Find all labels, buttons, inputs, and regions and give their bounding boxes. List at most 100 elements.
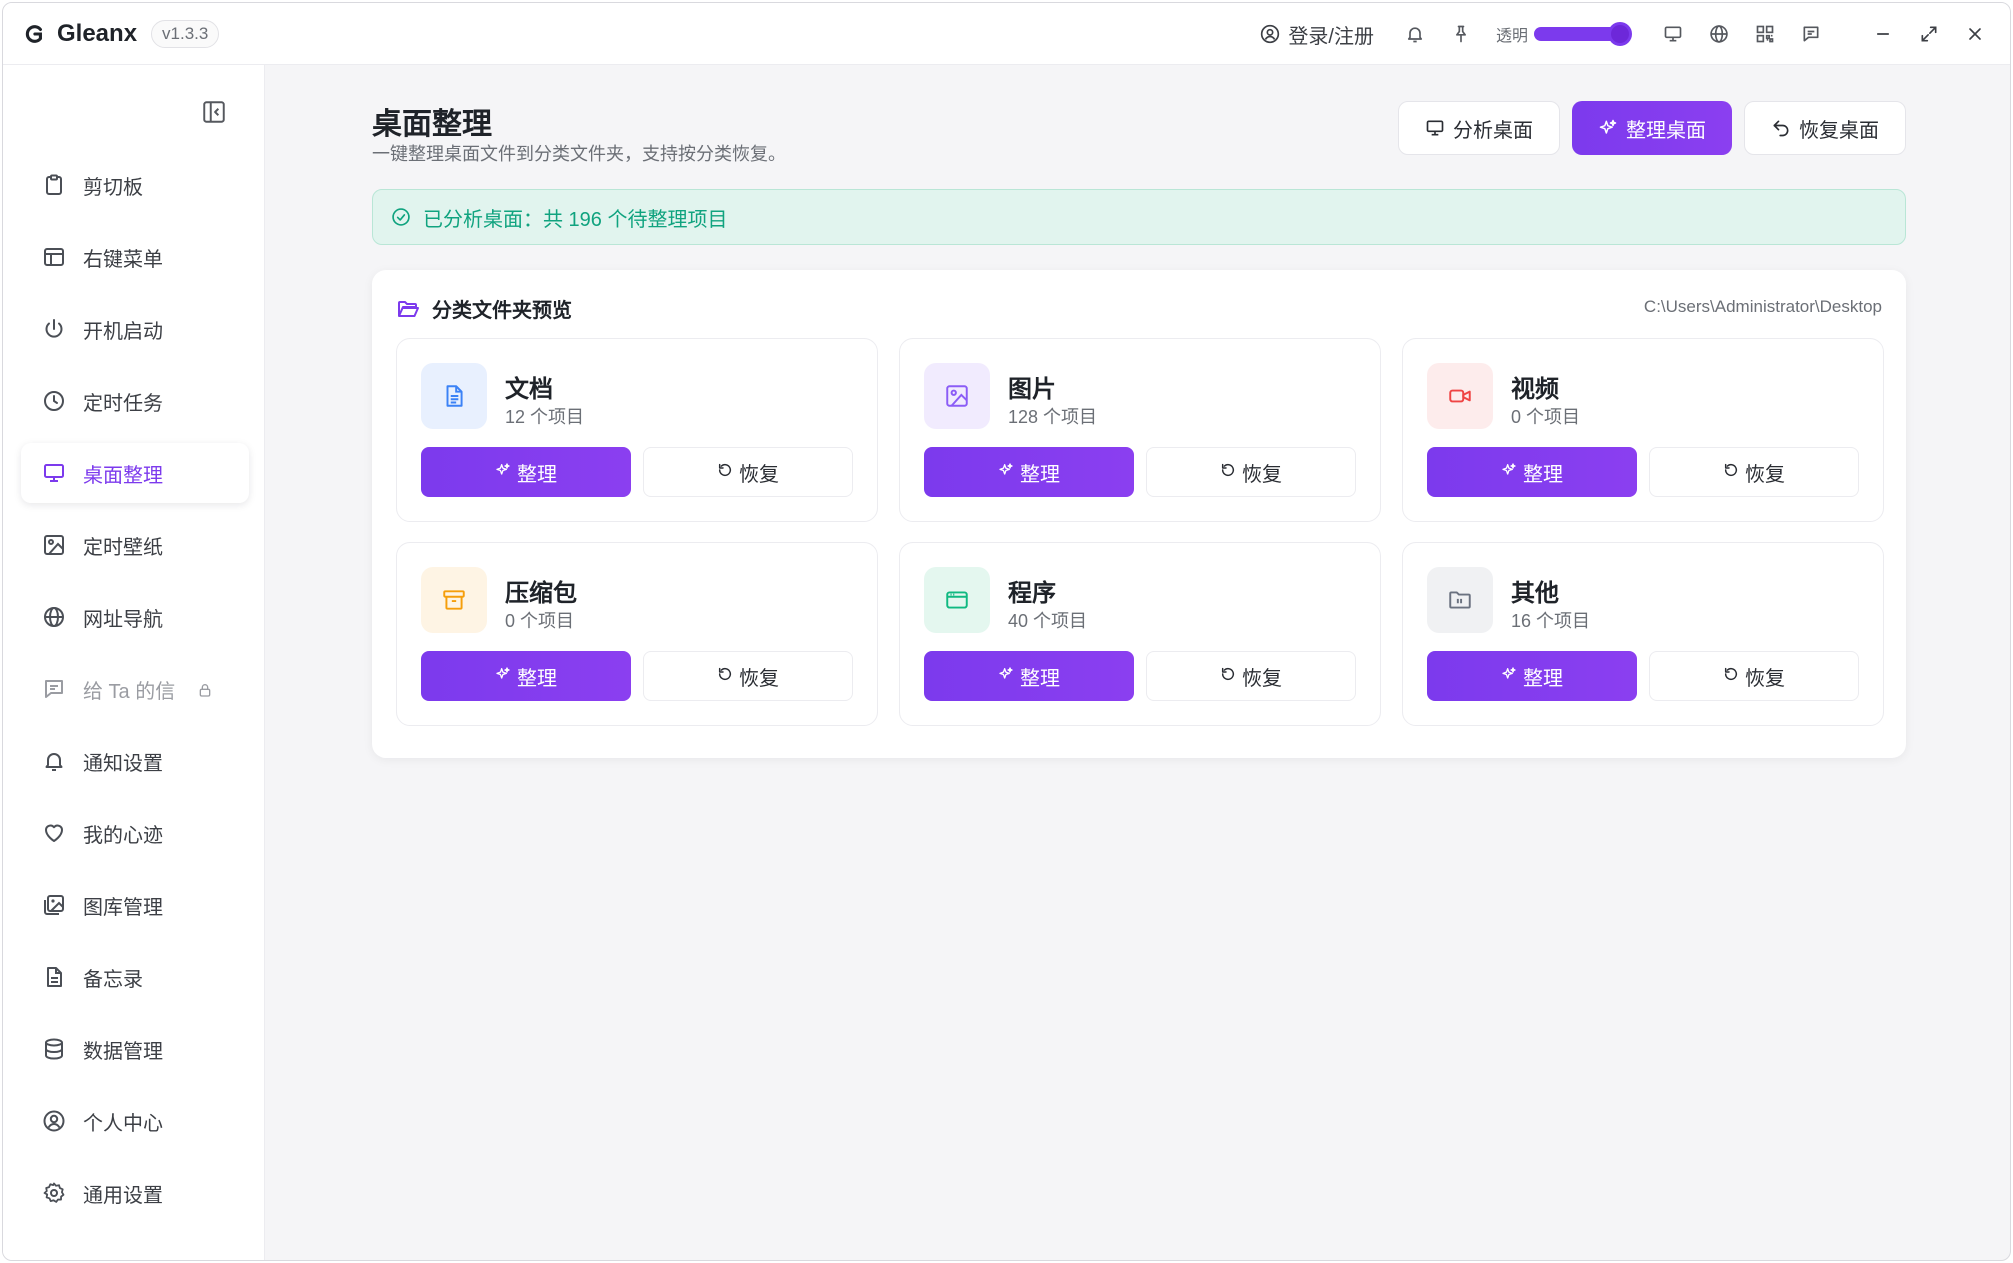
restore-button[interactable]: 恢复 [1146, 447, 1356, 497]
category-card-programs: 程序 40 个项目 整理 恢复 [899, 542, 1381, 726]
restore-button[interactable]: 恢复 [643, 447, 853, 497]
sidebar-item-label: 备忘录 [83, 968, 143, 991]
sidebar-item-heart-trace[interactable]: 我的心迹 [21, 803, 249, 863]
category-card-archives: 压缩包 0 个项目 整理 恢复 [396, 542, 878, 726]
sidebar-item-gallery[interactable]: 图库管理 [21, 875, 249, 935]
organize-button[interactable]: 整理 [924, 651, 1134, 701]
restore-label: 恢复 [739, 463, 779, 486]
monitor-icon [41, 460, 67, 486]
organize-label: 整理 [1523, 667, 1563, 690]
sidebar-item-letter[interactable]: 给 Ta 的信 [21, 659, 249, 719]
restore-button[interactable]: 恢复 [643, 651, 853, 701]
main-content: 桌面整理 一键整理桌面文件到分类文件夹，支持按分类恢复。 分析桌面 整理桌面 恢… [265, 65, 2010, 1260]
sidebar-item-clipboard[interactable]: 剪切板 [21, 155, 249, 215]
sidebar-item-url-nav[interactable]: 网址导航 [21, 587, 249, 647]
restore-button[interactable]: 恢复 [1649, 447, 1859, 497]
category-count: 12 个项目 [505, 407, 585, 427]
opacity-slider-thumb[interactable] [1608, 22, 1632, 46]
organize-button[interactable]: 整理 [421, 447, 631, 497]
restore-label: 恢复 [1242, 463, 1282, 486]
category-name: 程序 [1008, 580, 1056, 607]
sidebar-collapse-icon[interactable] [201, 99, 227, 125]
sidebar-item-label: 数据管理 [83, 1040, 163, 1063]
minimize-icon[interactable] [1872, 23, 1894, 45]
sidebar-item-desktop-organize[interactable]: 桌面整理 [21, 443, 249, 503]
version-badge: v1.3.3 [151, 19, 220, 48]
restore-label: 恢复 [1745, 463, 1785, 486]
layout-icon [41, 244, 67, 270]
image-icon [946, 385, 968, 407]
login-button[interactable]: 登录/注册 [1260, 20, 1374, 49]
sidebar-item-label: 个人中心 [83, 1112, 163, 1135]
category-count: 0 个项目 [1511, 407, 1581, 427]
category-card-others: 其他 16 个项目 整理 恢复 [1402, 542, 1884, 726]
lock-icon [197, 681, 213, 697]
user-circle-icon [1261, 24, 1280, 44]
maximize-icon[interactable] [1918, 23, 1940, 45]
sidebar-item-label: 定时任务 [83, 392, 163, 415]
category-name: 其他 [1511, 580, 1559, 607]
bell-icon[interactable] [1404, 23, 1426, 45]
rotate-ccw-icon [1220, 461, 1236, 484]
sidebar-item-data[interactable]: 数据管理 [21, 1019, 249, 1079]
images-icon [41, 892, 67, 918]
sidebar-item-scheduled-tasks[interactable]: 定时任务 [21, 371, 249, 431]
app-window-icon [946, 591, 968, 609]
sidebar-item-wallpaper[interactable]: 定时壁纸 [21, 515, 249, 575]
organize-button[interactable]: 整理 [1427, 651, 1637, 701]
clipboard-icon [41, 172, 67, 198]
restore-desktop-button[interactable]: 恢复桌面 [1744, 101, 1906, 155]
category-icon-box [924, 363, 990, 429]
category-name: 文档 [505, 376, 553, 403]
organize-label: 整理 [1020, 667, 1060, 690]
sidebar-item-label: 网址导航 [83, 608, 163, 631]
sidebar-item-label: 定时壁纸 [83, 536, 163, 559]
organize-button[interactable]: 整理 [1427, 447, 1637, 497]
close-icon[interactable] [1964, 23, 1986, 45]
category-card-videos: 视频 0 个项目 整理 恢复 [1402, 338, 1884, 522]
sidebar-item-label: 通用设置 [83, 1184, 163, 1207]
sidebar: 剪切板 右键菜单 开机启动 定时任务 桌面整理 定时壁纸 网址导航 给 Ta 的… [3, 65, 265, 1260]
sidebar-nav: 剪切板 右键菜单 开机启动 定时任务 桌面整理 定时壁纸 网址导航 给 Ta 的… [21, 155, 249, 1235]
sparkles-icon [1599, 119, 1617, 134]
organize-button[interactable]: 整理 [924, 447, 1134, 497]
restore-label: 恢复 [1242, 667, 1282, 690]
chat-icon[interactable] [1800, 23, 1822, 45]
category-count: 0 个项目 [505, 611, 575, 631]
organize-label: 整理 [517, 667, 557, 690]
sparkles-icon [495, 665, 511, 688]
category-preview-card: 分类文件夹预览 C:\Users\Administrator\Desktop 文… [372, 270, 1906, 758]
qr-code-icon[interactable] [1754, 23, 1776, 45]
opacity-label: 透明 [1495, 28, 1528, 45]
restore-button[interactable]: 恢复 [1146, 651, 1356, 701]
organize-desktop-button[interactable]: 整理桌面 [1572, 101, 1732, 155]
sparkles-icon [998, 461, 1014, 484]
sidebar-item-context-menu[interactable]: 右键菜单 [21, 227, 249, 287]
pin-icon[interactable] [1450, 23, 1472, 45]
rotate-ccw-icon [1220, 665, 1236, 688]
sidebar-item-profile[interactable]: 个人中心 [21, 1091, 249, 1151]
rotate-ccw-icon [1723, 461, 1739, 484]
restore-label: 恢复 [1745, 667, 1785, 690]
globe-icon[interactable] [1708, 23, 1730, 45]
sparkles-icon [998, 665, 1014, 688]
category-icon-box [1427, 363, 1493, 429]
sidebar-item-settings[interactable]: 通用设置 [21, 1163, 249, 1223]
restore-label: 恢复 [739, 667, 779, 690]
page-subtitle: 一键整理桌面文件到分类文件夹，支持按分类恢复。 [372, 144, 786, 164]
organize-button[interactable]: 整理 [421, 651, 631, 701]
organize-desktop-label: 整理桌面 [1626, 119, 1706, 142]
category-count: 40 个项目 [1008, 611, 1088, 631]
sidebar-item-notifications[interactable]: 通知设置 [21, 731, 249, 791]
analyze-desktop-button[interactable]: 分析桌面 [1398, 101, 1560, 155]
power-icon [41, 316, 67, 342]
restore-button[interactable]: 恢复 [1649, 651, 1859, 701]
undo-icon [1773, 120, 1789, 137]
monitor-icon[interactable] [1662, 23, 1684, 45]
sidebar-item-memo[interactable]: 备忘录 [21, 947, 249, 1007]
category-icon-box [421, 363, 487, 429]
card-header: 分类文件夹预览 [396, 294, 572, 323]
sidebar-item-label: 通知设置 [83, 752, 163, 775]
opacity-slider[interactable] [1534, 22, 1632, 46]
sidebar-item-startup[interactable]: 开机启动 [21, 299, 249, 359]
